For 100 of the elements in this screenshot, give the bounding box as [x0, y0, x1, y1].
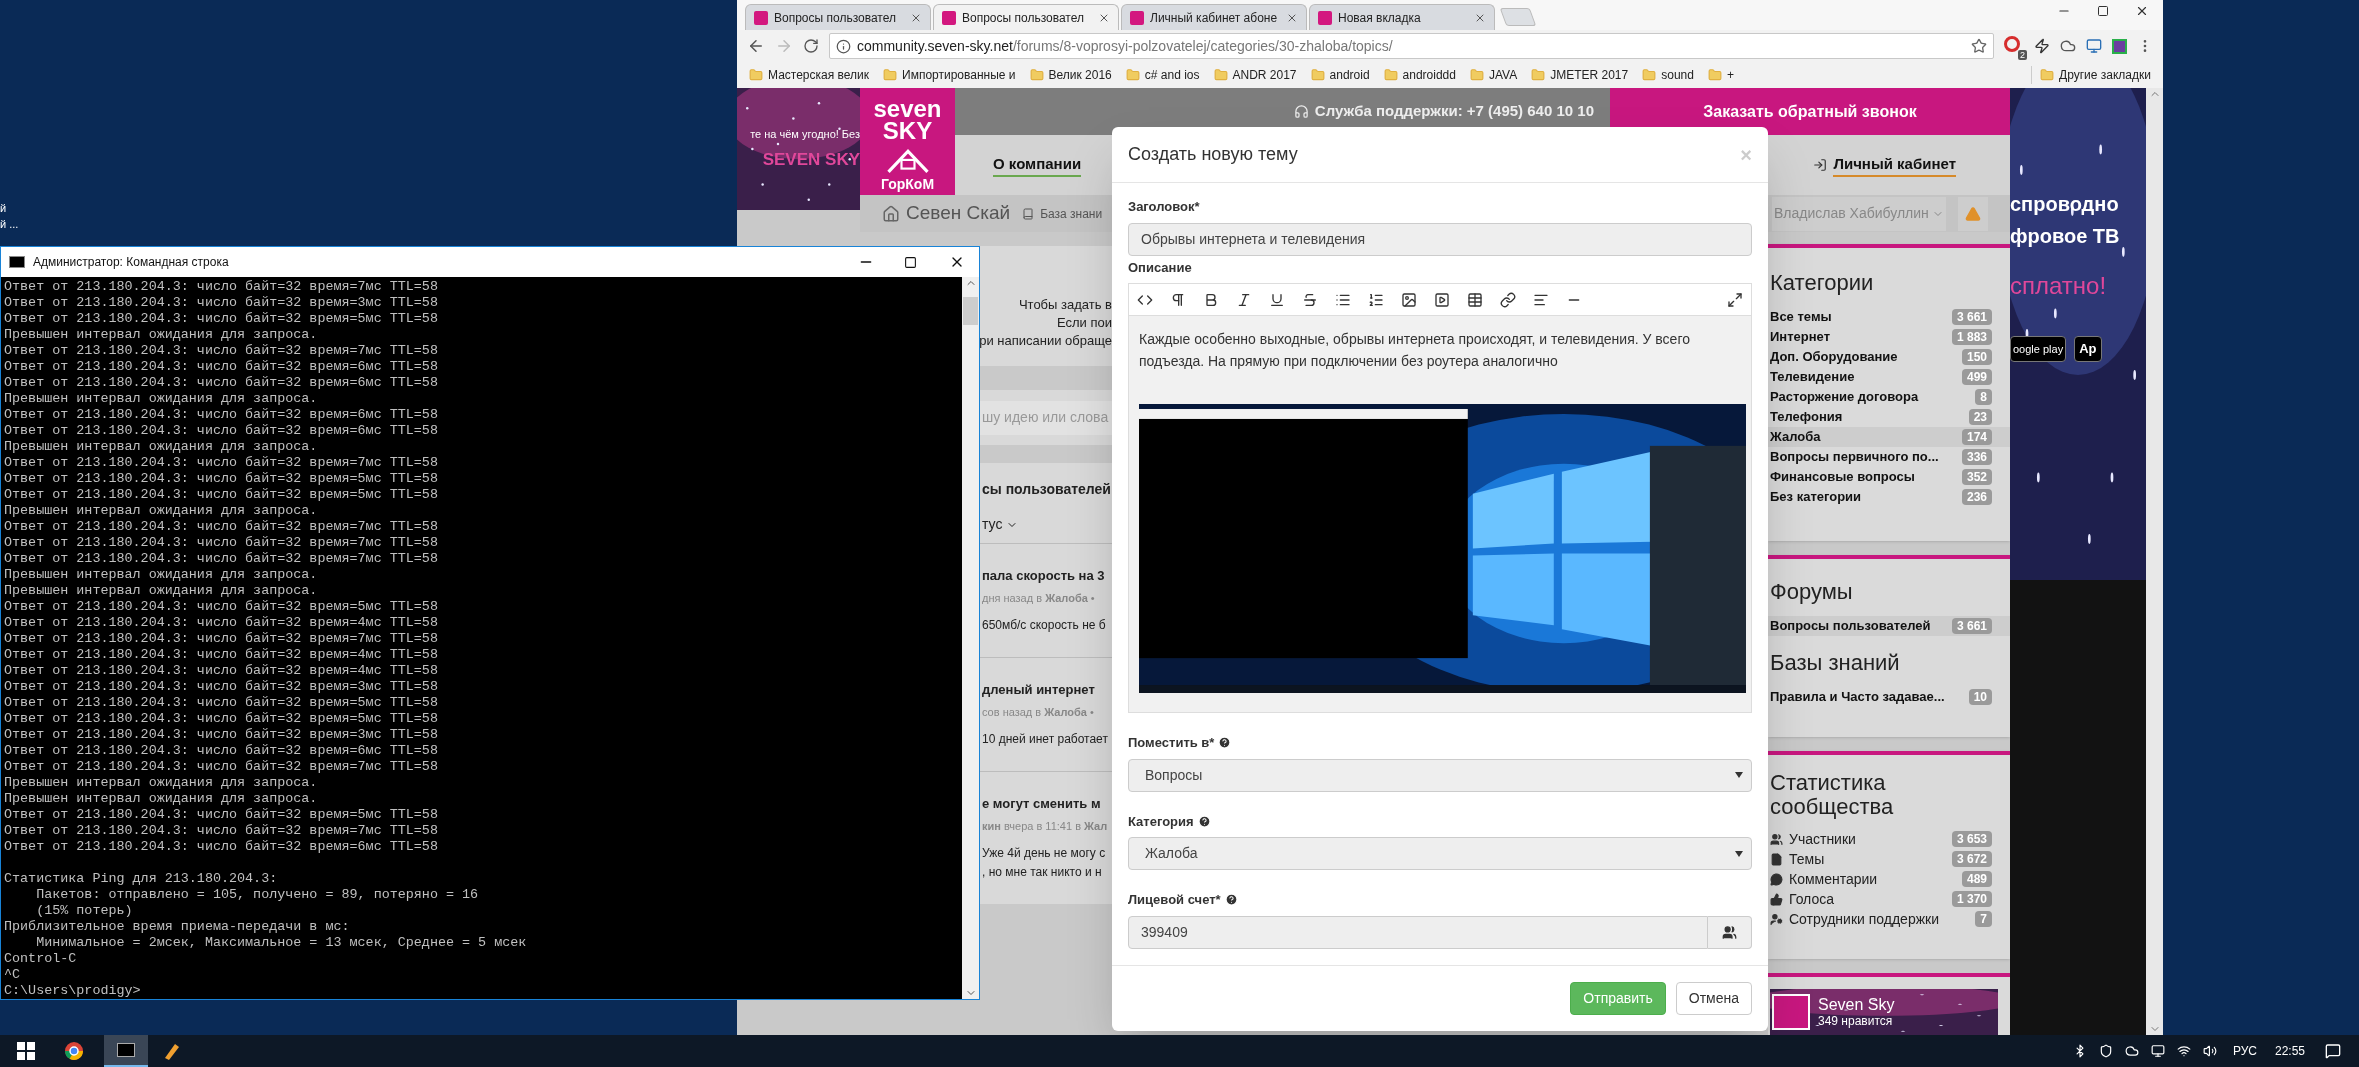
italic-icon[interactable] — [1236, 291, 1252, 308]
bookmark-folder[interactable]: Другие закладки — [2031, 66, 2151, 84]
bookmark-folder[interactable]: c# and ios — [1125, 66, 1200, 84]
windows-start-icon[interactable] — [16, 1041, 36, 1061]
category-item[interactable]: Все темы 3 661 — [1768, 307, 2010, 327]
browser-tab[interactable]: Личный кабинет абоне — [1121, 4, 1307, 30]
paragraph-icon[interactable] — [1170, 291, 1186, 308]
maximize-icon[interactable] — [2097, 5, 2109, 17]
ad-highlight: сплатно! — [2010, 271, 2107, 301]
notifications-icon[interactable] — [2325, 1043, 2341, 1059]
chrome-icon[interactable] — [64, 1041, 84, 1061]
console-line: Превышен интервал ожидания для запроса. — [4, 391, 318, 407]
category-item[interactable]: Правила и Часто задавае... 10 — [1768, 687, 2010, 707]
category-item[interactable]: Расторжение договора 8 — [1768, 387, 2010, 407]
monitor-icon[interactable] — [2086, 38, 2102, 54]
field-label: Лицевой счет* — [1128, 891, 1221, 909]
desktop-icon-label[interactable]: й ... — [0, 216, 19, 232]
grid-extension-icon[interactable] — [2112, 38, 2127, 54]
network-icon[interactable] — [2150, 1044, 2165, 1058]
table-icon[interactable] — [1467, 291, 1483, 308]
warning-icon — [1964, 205, 1981, 222]
bookmark-star-icon[interactable] — [1971, 38, 1987, 54]
select-field[interactable]: Вопросы — [1128, 758, 1752, 792]
category-item[interactable]: Финансовые вопросы 352 — [1768, 467, 2010, 487]
desktop-icon-label[interactable]: й — [0, 200, 7, 216]
cloud-icon[interactable] — [2124, 1044, 2139, 1058]
bookmark-folder[interactable]: ANDR 2017 — [1213, 66, 1297, 84]
book-icon — [1022, 207, 1035, 220]
cancel-button[interactable]: Отмена — [1675, 982, 1752, 1015]
category-item[interactable]: Интернет 1 883 — [1768, 327, 2010, 347]
wifi-icon[interactable] — [2176, 1044, 2191, 1058]
topic-title[interactable]: пала скорость на 3 — [982, 566, 1105, 586]
fullscreen-icon[interactable] — [1727, 291, 1743, 308]
bookmark-folder[interactable]: sound — [1642, 66, 1694, 84]
underline-icon[interactable] — [1269, 291, 1285, 308]
users-button[interactable] — [1708, 915, 1752, 949]
reload-icon[interactable] — [803, 38, 819, 54]
nav-link[interactable]: О компании — [993, 152, 1082, 178]
bookmark-folder[interactable]: + — [1707, 66, 1734, 84]
status-filter[interactable]: тус — [982, 514, 1019, 535]
description-text[interactable]: Каждые особенно выходные, обрывы интернета происходят, и телевидения. У всего подъезда. На прямую при подключении без роутера аналогично — [1139, 328, 1729, 372]
store-badge[interactable]: Ap — [2074, 336, 2102, 362]
category-item[interactable]: Телефония 23 — [1768, 407, 2010, 427]
topic-excerpt: 10 дней инет работает — [982, 731, 1108, 748]
scroll-thumb[interactable] — [963, 297, 978, 325]
address-field[interactable]: community.seven-sky.net/forums/8-voprosyi-polzovatelej/categories/30-zhaloba/topics/ — [829, 33, 1994, 59]
console-line: Ответ от 213.180.204.3: число байт=32 время=7мс TTL=58 — [4, 455, 438, 471]
store-badge[interactable]: oogle play — [2010, 336, 2067, 362]
folder-icon — [2040, 68, 2055, 82]
console-line: Превышен интервал ожидания для запроса. — [4, 503, 318, 519]
strikethrough-icon[interactable] — [1302, 291, 1318, 308]
category-item[interactable]: Вопросы пользователей 3 661 — [1768, 616, 2010, 636]
bookmark-folder[interactable]: android — [1310, 66, 1370, 84]
category-item[interactable]: Без категории 236 — [1768, 487, 2010, 507]
close-icon[interactable] — [2135, 4, 2149, 18]
bookmark-folder[interactable]: Велик 2016 — [1029, 66, 1112, 84]
category-item[interactable]: Доп. Оборудование 150 — [1768, 347, 2010, 367]
bookmark-folder[interactable]: JMETER 2017 — [1531, 66, 1629, 84]
bookmark-folder[interactable]: Импортированные и — [883, 66, 1016, 84]
bold-icon[interactable] — [1203, 291, 1219, 308]
clock[interactable]: 22:55 — [2274, 1042, 2305, 1060]
link-icon[interactable] — [1500, 291, 1516, 308]
category-item[interactable]: Жалоба 174 — [1768, 427, 2010, 447]
scrollbar[interactable] — [962, 277, 979, 999]
image-icon[interactable] — [1401, 291, 1417, 308]
select-field[interactable]: Жалоба — [1128, 837, 1752, 870]
help-icon[interactable] — [1224, 893, 1238, 907]
breadcrumb-link[interactable]: База знани — [1040, 204, 1103, 223]
paint-icon[interactable] — [162, 1041, 182, 1061]
language-indicator[interactable]: РУС — [2232, 1042, 2257, 1060]
numbered-list-icon[interactable] — [1368, 291, 1384, 308]
back-icon[interactable] — [747, 37, 765, 55]
video-icon[interactable] — [1434, 291, 1450, 308]
title-input[interactable]: Обрывы интернета и телевидения — [1128, 222, 1752, 256]
category-item[interactable]: Телевидение 499 — [1768, 367, 2010, 387]
callback-button[interactable]: Заказать обратный звонок — [1610, 88, 2010, 135]
site-logo[interactable]: seven SKY ГорКоМ — [860, 88, 955, 195]
browser-tab[interactable]: Вопросы пользовател — [745, 4, 931, 30]
maximize-icon[interactable] — [904, 255, 917, 269]
browser-tab[interactable]: Вопросы пользовател — [933, 4, 1119, 30]
volume-icon[interactable] — [2202, 1044, 2217, 1058]
console-line: Превышен интервал ожидания для запроса. — [4, 327, 318, 343]
browser-tab[interactable]: Новая вкладка — [1309, 4, 1495, 30]
count-badge: 1 370 — [1951, 891, 1992, 907]
breadcrumb-link[interactable]: Севен Скай — [906, 199, 1011, 228]
bookmark-folder[interactable]: androiddd — [1383, 66, 1456, 84]
console-line: Ответ от 213.180.204.3: число байт=32 время=6мс TTL=58 — [4, 423, 438, 439]
lightning-icon[interactable] — [2034, 38, 2050, 54]
topic-title[interactable]: дленый интернет — [982, 680, 1095, 700]
help-icon[interactable] — [1197, 814, 1211, 828]
account-input[interactable]: 399409 — [1128, 915, 1708, 949]
cloud-icon[interactable] — [2060, 38, 2076, 54]
bookmark-folder[interactable]: Мастерская велик — [749, 66, 869, 84]
help-icon[interactable] — [1218, 736, 1232, 750]
category-item[interactable]: Вопросы первичного по... 336 — [1768, 447, 2010, 467]
topic-title[interactable]: е могут сменить м — [982, 794, 1101, 814]
bookmark-folder[interactable]: JAVA — [1469, 66, 1518, 84]
shield-icon[interactable] — [2098, 1044, 2113, 1058]
nav-link[interactable]: Личный кабинет — [1833, 152, 1956, 178]
taskbar-app[interactable] — [104, 1035, 148, 1067]
